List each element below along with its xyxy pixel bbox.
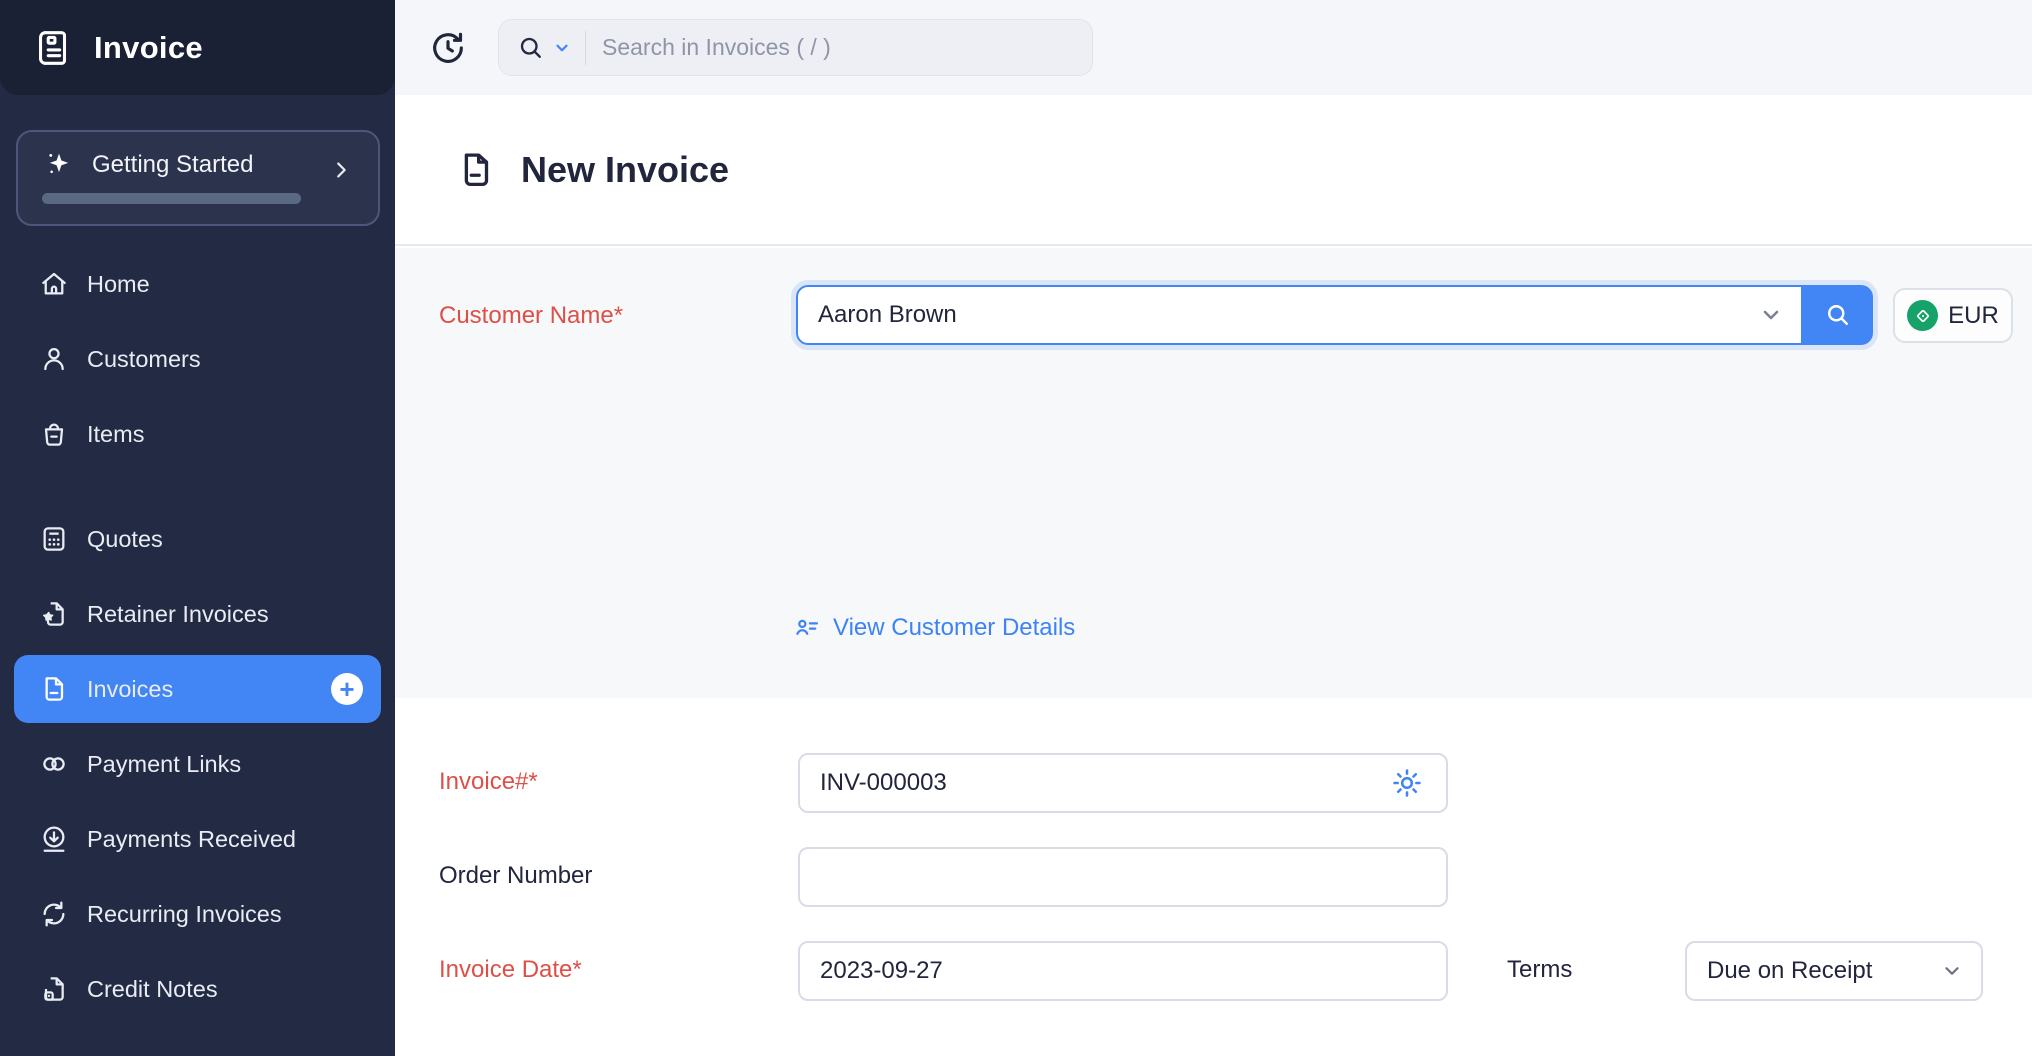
search-divider (585, 31, 586, 65)
getting-started-progress-fill (42, 193, 301, 204)
view-customer-details-text: View Customer Details (833, 614, 1075, 642)
sidebar-item-invoices[interactable]: Invoices + (14, 655, 381, 723)
sidebar-item-customers[interactable]: Customers (14, 325, 381, 393)
sidebar-item-retainer-invoices[interactable]: Retainer Invoices (14, 580, 381, 648)
invoice-doc-icon (38, 673, 70, 705)
search-icon (517, 34, 545, 62)
sidebar-item-label: Credit Notes (87, 976, 218, 1003)
app-title: Invoice (94, 30, 203, 66)
order-number-label: Order Number (439, 862, 592, 890)
search-icon (1824, 301, 1852, 329)
search-scope-chevron-icon[interactable] (553, 39, 571, 57)
getting-started-card[interactable]: Getting Started (16, 130, 380, 226)
sidebar-item-label: Payments Received (87, 826, 296, 853)
currency-code: EUR (1948, 302, 1999, 330)
sidebar-item-label: Items (87, 421, 144, 448)
sidebar-item-recurring-invoices[interactable]: Recurring Invoices (14, 880, 381, 948)
chevron-right-icon (330, 159, 352, 181)
terms-label: Terms (1507, 956, 1572, 984)
sidebar-item-label: Invoices (87, 676, 173, 703)
sidebar-item-label: Retainer Invoices (87, 601, 269, 628)
sidebar-item-credit-notes[interactable]: Credit Notes (14, 955, 381, 1023)
customers-icon (38, 343, 70, 375)
sidebar-nav: Home Customers Items Quotes Retainer Inv… (14, 250, 381, 1030)
search-input[interactable] (602, 34, 1074, 61)
getting-started-label: Getting Started (92, 151, 314, 179)
sidebar-item-home[interactable]: Home (14, 250, 381, 318)
getting-started-progress (42, 193, 358, 204)
home-icon (38, 268, 70, 300)
recent-history-icon[interactable] (428, 28, 468, 68)
invoice-number-label: Invoice#* (439, 768, 538, 796)
sparkle-icon (42, 148, 76, 182)
sidebar-item-payment-links[interactable]: Payment Links (14, 730, 381, 798)
main-content: New Invoice Customer Name* EUR (395, 0, 2032, 1056)
sidebar-item-quotes[interactable]: Quotes (14, 505, 381, 573)
terms-chevron-down-icon (1941, 960, 1963, 982)
quotes-icon (38, 523, 70, 555)
credit-note-icon (38, 973, 70, 1005)
customer-search-button[interactable] (1803, 285, 1873, 345)
sidebar-item-payments-received[interactable]: Payments Received (14, 805, 381, 873)
page-header: New Invoice (395, 95, 2032, 246)
sidebar-item-label: Recurring Invoices (87, 901, 282, 928)
link-icon (38, 748, 70, 780)
sidebar-item-label: Payment Links (87, 751, 241, 778)
new-invoice-doc-icon (455, 149, 497, 191)
invoice-number-input[interactable] (798, 753, 1448, 813)
page-title: New Invoice (521, 149, 729, 191)
sidebar-item-label: Customers (87, 346, 201, 373)
customer-name-input[interactable] (796, 285, 1803, 345)
terms-select[interactable]: Due on Receipt (1685, 941, 1983, 1001)
app-logo-header: Invoice (0, 0, 395, 95)
customer-details-icon (793, 614, 821, 642)
customer-select-group (796, 285, 1873, 345)
view-customer-details-link[interactable]: View Customer Details (793, 614, 1075, 642)
invoice-date-input[interactable] (798, 941, 1448, 1001)
customer-section: Customer Name* EUR View Customer Details (395, 248, 2032, 698)
global-search-box[interactable] (498, 19, 1093, 76)
invoice-number-settings-gear-icon[interactable] (1390, 766, 1424, 800)
currency-button[interactable]: EUR (1893, 288, 2013, 343)
sidebar: Invoice Getting Started Home (0, 0, 395, 1056)
topbar (395, 0, 2032, 95)
terms-value: Due on Receipt (1707, 957, 1872, 985)
items-bag-icon (38, 418, 70, 450)
invoice-date-label: Invoice Date* (439, 956, 582, 984)
sidebar-item-items[interactable]: Items (14, 400, 381, 468)
payment-received-icon (38, 823, 70, 855)
invoice-app-logo-icon (30, 25, 76, 71)
customer-name-label: Customer Name* (439, 302, 623, 330)
sidebar-item-label: Quotes (87, 526, 163, 553)
order-number-input[interactable] (798, 847, 1448, 907)
new-invoice-plus-icon[interactable]: + (331, 673, 363, 705)
recurring-refresh-icon (38, 898, 70, 930)
sidebar-item-label: Home (87, 271, 150, 298)
currency-icon (1907, 300, 1938, 331)
retainer-invoice-icon (38, 598, 70, 630)
invoice-details-section: Invoice#* Order Number Invoice Date* Ter… (395, 698, 2032, 1056)
